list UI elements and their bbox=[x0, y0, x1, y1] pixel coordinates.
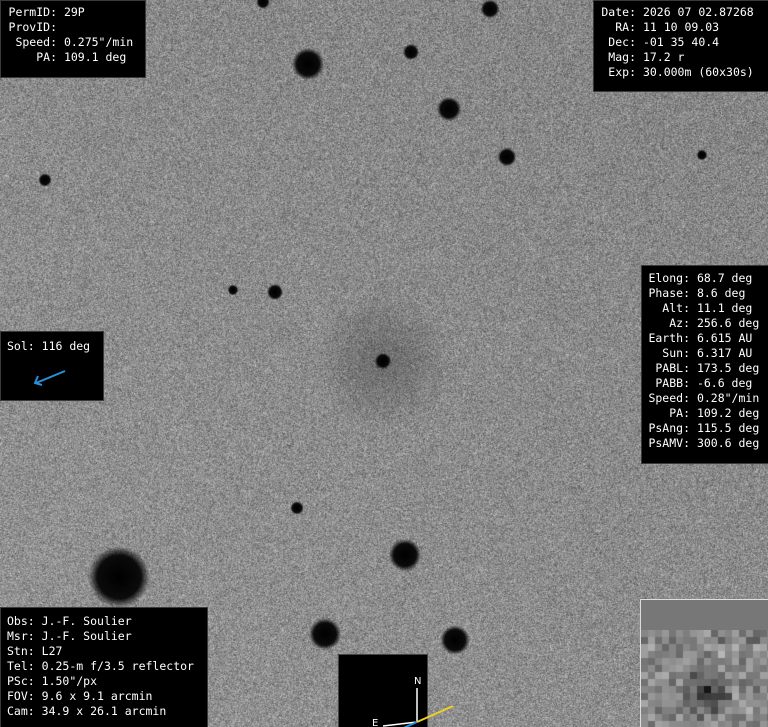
compass-icon: N E bbox=[372, 676, 454, 727]
east-label: E bbox=[372, 718, 378, 727]
target-zoom-image bbox=[641, 630, 768, 727]
orientation-compass: N E bbox=[338, 654, 454, 727]
target-id-panel: PermID: 29P ProvID: Speed: 0.275"/min PA: … bbox=[0, 0, 146, 78]
equipment-panel: Obs: J.-F. Soulier Msr: J.-F. Soulier Stn:… bbox=[0, 607, 208, 727]
north-label: N bbox=[414, 676, 421, 687]
motion-direction-line bbox=[416, 705, 454, 723]
sun-direction-arrow-icon bbox=[33, 370, 66, 386]
target-zoom-thumbnail bbox=[640, 599, 768, 727]
astro-image-frame: PermID: 29P ProvID: Speed: 0.275"/min PA: … bbox=[0, 0, 768, 727]
observation-panel: Date: 2026 07 02.87268 RA: 11 10 09.03 Dec… bbox=[593, 0, 768, 92]
geometry-panel: Elong: 68.7 deg Phase: 8.6 deg Alt: 11.1 d… bbox=[641, 265, 768, 464]
sun-direction-panel: Sol: 116 deg bbox=[0, 331, 104, 401]
